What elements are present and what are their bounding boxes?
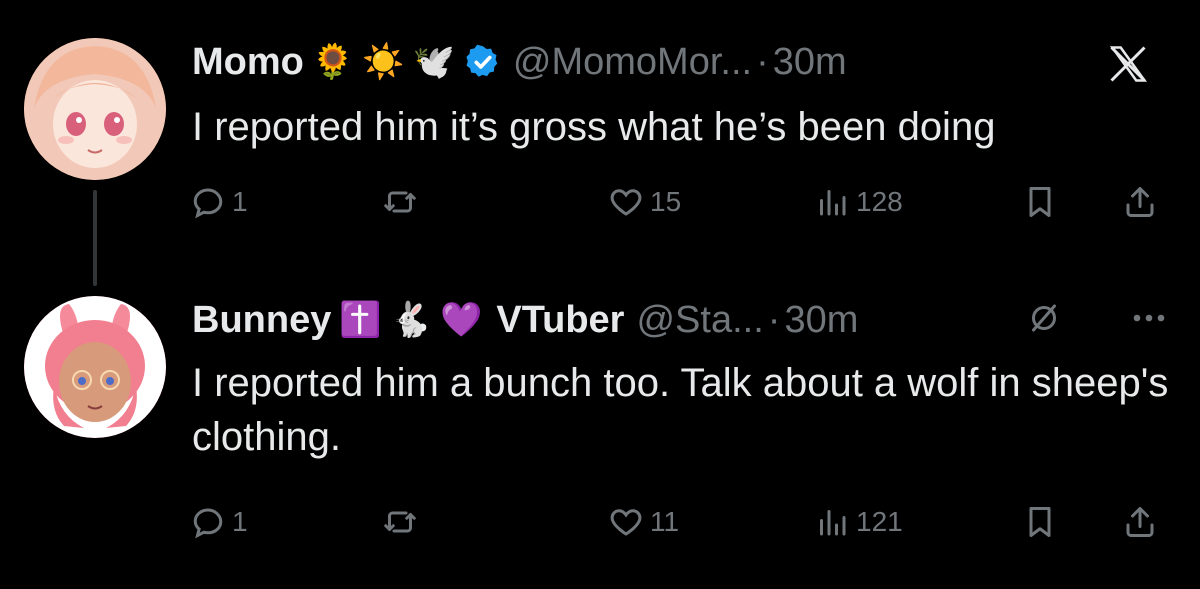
separator-dot: · (756, 40, 769, 83)
views-icon (820, 510, 846, 536)
display-name[interactable]: Momo (192, 41, 304, 84)
retweet-icon (384, 191, 416, 213)
name-emoji: ☀️ (362, 42, 405, 82)
reply-count: 1 (232, 186, 248, 217)
retweet-button[interactable] (382, 180, 418, 224)
views-icon (820, 190, 846, 216)
like-icon (610, 189, 642, 216)
share-icon (1126, 507, 1154, 537)
bookmark-button[interactable] (1022, 180, 1058, 224)
verified-badge-icon[interactable] (465, 44, 501, 80)
avatar-illustration (24, 296, 166, 438)
like-button[interactable]: 11 (608, 500, 679, 544)
reply-icon (193, 508, 223, 539)
share-button[interactable] (1122, 500, 1158, 544)
user-handle[interactable]: @MomoMor... (513, 41, 752, 84)
tweet-header: Momo 🌻 ☀️ 🕊️ @MomoMor... · 30m (192, 36, 847, 88)
mute-icon[interactable] (1026, 300, 1062, 336)
name-emoji: 🐇 (389, 300, 433, 340)
tweet-actions: 1 15 128 (190, 180, 1170, 224)
name-emoji: 🕊️ (412, 42, 455, 82)
timestamp[interactable]: 30m (784, 299, 858, 342)
reply-button[interactable]: 1 (190, 500, 248, 544)
tweet-momo[interactable]: Momo 🌻 ☀️ 🕊️ @MomoMor... · 30m I reporte… (0, 0, 1200, 260)
bookmark-button[interactable] (1022, 500, 1058, 544)
like-button[interactable]: 15 (608, 180, 681, 224)
view-count: 128 (856, 186, 903, 217)
views-button[interactable]: 121 (814, 500, 903, 544)
tweet-text: I reported him a bunch too. Talk about a… (192, 361, 1169, 459)
share-icon (1126, 187, 1154, 217)
separator-dot: · (767, 298, 781, 341)
user-handle[interactable]: @Sta... (636, 299, 763, 342)
bookmark-icon (1029, 187, 1051, 217)
retweet-icon (384, 511, 416, 533)
x-logo-icon[interactable] (1106, 42, 1150, 86)
tweet-bunney[interactable]: Bunney ✝️ 🐇 💜 VTuber @Sta... · 30m I rep… (0, 270, 1200, 589)
timestamp[interactable]: 30m (773, 41, 847, 84)
avatar[interactable] (24, 296, 166, 438)
bookmark-icon (1029, 507, 1051, 537)
name-emoji: ✝️ (339, 300, 382, 340)
avatar[interactable] (24, 38, 166, 180)
reply-count: 1 (232, 506, 248, 537)
tweet-actions: 1 11 121 (190, 500, 1170, 544)
views-button[interactable]: 128 (814, 180, 903, 224)
more-icon[interactable] (1128, 300, 1170, 336)
reply-icon (193, 188, 223, 219)
view-count: 121 (856, 506, 903, 537)
name-emoji: 💜 (440, 300, 483, 340)
retweet-button[interactable] (382, 500, 418, 544)
tweet-header: Bunney ✝️ 🐇 💜 VTuber @Sta... · 30m (192, 294, 858, 346)
display-name[interactable]: Bunney (192, 299, 331, 342)
like-count: 11 (650, 506, 680, 537)
like-icon (610, 509, 642, 536)
like-count: 15 (650, 186, 682, 217)
tweet-text: I reported him it’s gross what he’s been… (192, 105, 996, 149)
name-emoji: 🌻 (311, 42, 355, 82)
share-button[interactable] (1122, 180, 1158, 224)
name-tag: VTuber (496, 298, 625, 341)
reply-button[interactable]: 1 (190, 180, 248, 224)
avatar-illustration (24, 38, 166, 180)
